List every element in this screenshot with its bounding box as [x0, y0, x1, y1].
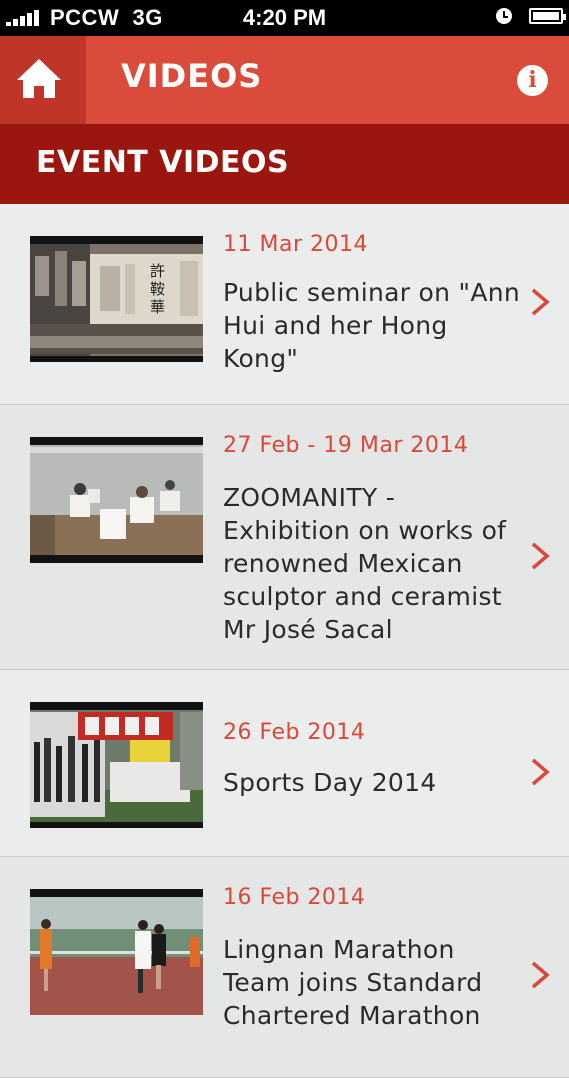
app-header: VIDEOS i [0, 36, 569, 124]
video-date: 16 Feb 2014 [223, 885, 366, 910]
video-thumbnail [30, 889, 203, 1015]
home-button[interactable] [0, 36, 86, 124]
video-date: 27 Feb - 19 Mar 2014 [223, 433, 469, 458]
video-thumbnail [30, 437, 203, 563]
info-icon: i [528, 67, 537, 93]
svg-text:華: 華 [150, 298, 165, 316]
video-list-item[interactable]: 26 Feb 2014 Sports Day 2014 [0, 670, 569, 857]
section-title: EVENT VIDEOS [36, 145, 290, 180]
home-icon [17, 59, 61, 98]
video-list-item[interactable]: 27 Feb - 19 Mar 2014 ZOOMANITY - Exhibit… [0, 405, 569, 670]
chevron-right-icon [531, 961, 550, 989]
video-title: ZOOMANITY - Exhibition on works of renow… [223, 483, 507, 644]
info-button[interactable]: i [517, 65, 548, 96]
battery-icon [529, 8, 566, 24]
video-thumbnail: 許 鞍 華 [30, 236, 203, 362]
video-list-item[interactable]: 16 Feb 2014 Lingnan Marathon Team joins … [0, 857, 569, 1078]
alarm-clock-icon [496, 8, 512, 24]
status-bar: PCCW 3G 4:20 PM [0, 0, 569, 36]
chevron-right-icon [531, 288, 550, 316]
video-thumbnail [30, 702, 203, 828]
video-title: Lingnan Marathon Team joins Standard Cha… [223, 935, 483, 1030]
svg-text:許: 許 [150, 262, 165, 280]
video-title: Public seminar on "Ann Hui and her Hong … [223, 278, 521, 373]
chevron-right-icon [531, 542, 550, 570]
video-date: 11 Mar 2014 [223, 232, 368, 257]
chevron-right-icon [531, 758, 550, 786]
status-time: 4:20 PM [242, 5, 327, 30]
svg-text:鞍: 鞍 [150, 280, 165, 298]
video-date: 26 Feb 2014 [223, 720, 366, 745]
video-title: Sports Day 2014 [223, 768, 437, 797]
page-title: VIDEOS [121, 57, 263, 95]
section-header: EVENT VIDEOS [0, 124, 569, 204]
video-list-item[interactable]: 許 鞍 華 11 Mar 2014 Public seminar on "Ann… [0, 204, 569, 405]
